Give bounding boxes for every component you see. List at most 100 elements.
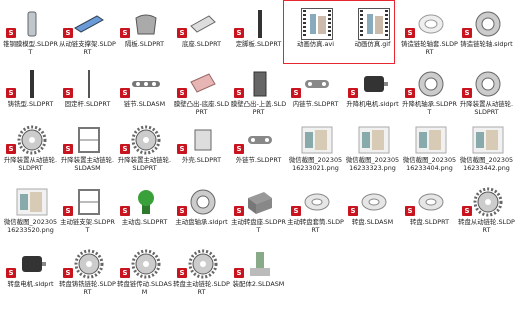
sprocket-icon — [187, 248, 219, 280]
curved-plate-icon — [130, 8, 162, 40]
sprocket-icon — [16, 124, 48, 156]
sprocket-icon — [73, 248, 105, 280]
link-icon — [244, 124, 276, 156]
file-name: 铸造链轮轴套.SLDPRT — [401, 40, 458, 56]
file-name: 微信截图_20230516233404.png — [402, 156, 457, 172]
ring-icon — [415, 186, 447, 218]
image-icon — [301, 124, 333, 156]
file-name: 固定杆.SLDPRT — [64, 100, 111, 108]
file-name: 升降装置主动链轮.SLDASM — [60, 156, 115, 172]
file-name: 转盘铸铣链轮.SLDPRT — [59, 280, 116, 296]
file-item[interactable]: S 主动转盘座.SLDPRT — [230, 180, 287, 250]
solidworks-badge-icon: S — [405, 206, 415, 216]
selection-box — [283, 0, 395, 64]
file-name: 微信截图_20230516233021.png — [288, 156, 343, 172]
file-name: 外链节.SLDPRT — [235, 156, 282, 164]
image-icon — [16, 186, 48, 218]
plate-icon — [187, 8, 219, 40]
solidworks-badge-icon: S — [63, 28, 73, 38]
file-name: 主动链支架.SLDPRT — [60, 218, 115, 234]
sleeve-icon — [415, 8, 447, 40]
file-item[interactable]: S 外链节.SLDPRT — [230, 118, 287, 188]
file-item[interactable]: S 主动齿.SLDPRT — [116, 180, 173, 250]
file-name: 铸铣型.SLDPRT — [7, 100, 54, 108]
solidworks-badge-icon: S — [462, 88, 472, 98]
file-name: 定脚板.SLDPRT — [235, 40, 282, 48]
file-name: 微信截图_20230516233442.png — [459, 156, 514, 172]
file-name: 内链节.SLDPRT — [292, 100, 339, 108]
gear-green-icon — [130, 186, 162, 218]
solidworks-badge-icon: S — [462, 206, 472, 216]
solidworks-badge-icon: S — [6, 144, 16, 154]
file-name: 主动转盘座.SLDPRT — [231, 218, 286, 234]
solidworks-badge-icon: S — [120, 268, 130, 278]
file-item[interactable]: S 转盘.SLDPRT — [401, 180, 458, 250]
file-item[interactable]: S 升降装置从动链轮.SLDPRT — [2, 118, 59, 188]
file-item[interactable]: S 主动盘轴承.sldprt — [173, 180, 230, 250]
link-icon — [301, 68, 333, 100]
pink-plate-icon — [187, 68, 219, 100]
file-grid: S 锥钢膜模型.SLDPRT S 从动链支撑架.SLDPRT S 隔板.SLDPRT S 底座… — [0, 0, 520, 302]
file-item[interactable]: S 外壳.SLDPRT — [173, 118, 230, 188]
file-name: 升降装置从动链轮.SLDPRT — [459, 100, 514, 116]
file-name: 链节.SLDASM — [123, 100, 166, 108]
file-name: 膜壁凸出-底座.SLDPRT — [173, 100, 230, 116]
rod-icon — [16, 68, 48, 100]
file-item[interactable]: 微信截图_20230516233442.png — [458, 118, 515, 188]
file-name: 锥钢膜模型.SLDPRT — [3, 40, 58, 56]
bearing-icon — [472, 8, 504, 40]
dark-block-icon — [244, 68, 276, 100]
solidworks-badge-icon: S — [348, 206, 358, 216]
sprocket-icon — [130, 124, 162, 156]
file-name: 主动转盘套筒.SLDPRT — [287, 218, 344, 234]
solidworks-badge-icon: S — [6, 28, 16, 38]
solidworks-badge-icon: S — [120, 144, 130, 154]
rod-icon — [244, 8, 276, 40]
solidworks-badge-icon: S — [291, 88, 301, 98]
file-name: 转盘从动链轮.SLDPRT — [458, 218, 515, 234]
solidworks-badge-icon: S — [6, 88, 16, 98]
file-name: 膜壁凸出-上盖.SLDPRT — [230, 100, 287, 116]
file-name: 铸造链轮轴.sldprt — [460, 40, 513, 48]
file-item[interactable]: 微信截图_20230516233021.png — [287, 118, 344, 188]
file-item[interactable]: S 转盘从动链轮.SLDPRT — [458, 180, 515, 250]
file-item[interactable]: 微信截图_20230516233404.png — [401, 118, 458, 188]
sprocket-icon — [130, 248, 162, 280]
file-item[interactable]: 微信截图_20230516233323.png — [344, 118, 401, 188]
file-item[interactable]: S 升降装置主动链轮.SLDASM — [59, 118, 116, 188]
file-name: 转盘主动链轮.SLDPRT — [173, 280, 230, 296]
motor-icon — [358, 68, 390, 100]
solidworks-badge-icon: S — [177, 144, 187, 154]
file-item[interactable]: S 主动转盘套筒.SLDPRT — [287, 180, 344, 250]
ring-icon — [358, 186, 390, 218]
frame-icon — [73, 124, 105, 156]
file-name: 隔板.SLDPRT — [124, 40, 165, 48]
solidworks-badge-icon: S — [120, 88, 130, 98]
file-name: 主动齿.SLDPRT — [121, 218, 168, 226]
file-name: 装配体2.SLDASM — [232, 280, 285, 288]
file-name: 升降装置主动链轮.SLDPRT — [117, 156, 172, 172]
solidworks-badge-icon: S — [177, 88, 187, 98]
solidworks-badge-icon: S — [63, 206, 73, 216]
solidworks-badge-icon: S — [234, 206, 244, 216]
file-name: 转盘电机.sldprt — [7, 280, 54, 288]
file-item[interactable]: S 升降装置主动链轮.SLDPRT — [116, 118, 173, 188]
file-item[interactable]: S 转盘.SLDASM — [344, 180, 401, 250]
image-icon — [415, 124, 447, 156]
solidworks-badge-icon: S — [63, 144, 73, 154]
motor-icon — [16, 248, 48, 280]
frame-icon — [73, 186, 105, 218]
solidworks-badge-icon: S — [177, 268, 187, 278]
file-item[interactable]: S 主动链支架.SLDPRT — [59, 180, 116, 250]
bearing-icon — [187, 186, 219, 218]
file-name: 从动链支撑架.SLDPRT — [59, 40, 116, 56]
solidworks-badge-icon: S — [405, 88, 415, 98]
box-frame-icon — [187, 124, 219, 156]
file-name: 底座.SLDPRT — [181, 40, 222, 48]
file-name: 转盘.SLDPRT — [409, 218, 450, 226]
sprocket-icon — [472, 186, 504, 218]
file-item[interactable]: 微信截图_20230516233520.png — [2, 180, 59, 250]
file-name: 转盘.SLDASM — [351, 218, 394, 226]
assembly-icon — [244, 248, 276, 280]
image-icon — [472, 124, 504, 156]
